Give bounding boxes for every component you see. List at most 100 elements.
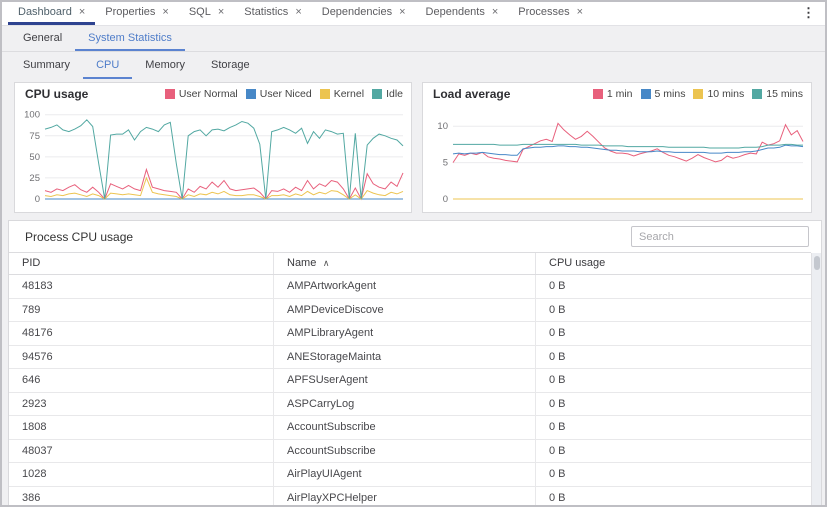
- chart-title: CPU usage: [25, 87, 88, 101]
- legend-label: 5 mins: [655, 88, 686, 100]
- cell-name: AMPLibraryAgent: [274, 322, 536, 345]
- legend-swatch: [641, 89, 651, 99]
- legend-label: Kernel: [334, 88, 364, 100]
- column-header-pid[interactable]: PID: [9, 253, 274, 274]
- legend-item-1-min: 1 min: [593, 88, 633, 100]
- tab-dependents[interactable]: Dependents×: [416, 2, 509, 25]
- tab-label: CPU: [96, 59, 119, 71]
- cpu-usage-chart: 0255075100: [15, 103, 411, 207]
- table-row[interactable]: 1028AirPlayUIAgent0 B: [9, 463, 811, 487]
- cpu-usage-panel-header: CPU usage User NormalUser NicedKernelIdl…: [15, 83, 411, 103]
- table-header-row: PIDName ∧CPU usage: [9, 252, 811, 275]
- tab-storage[interactable]: Storage: [198, 53, 263, 79]
- svg-text:0: 0: [443, 194, 448, 205]
- legend-item-5-mins: 5 mins: [641, 88, 686, 100]
- tab-label: Properties: [105, 6, 155, 18]
- table-row[interactable]: 1808AccountSubscribe0 B: [9, 416, 811, 440]
- chart-title: Load average: [433, 87, 510, 101]
- kebab-menu-icon[interactable]: ⋮: [798, 5, 819, 21]
- cell-name: AirPlayXPCHelper: [274, 487, 536, 507]
- tab-general[interactable]: General: [10, 26, 75, 51]
- legend-label: 15 mins: [766, 88, 803, 100]
- table-body: 48183AMPArtworkAgent0 B789AMPDeviceDisco…: [9, 275, 811, 507]
- table-row[interactable]: 386AirPlayXPCHelper0 B: [9, 487, 811, 507]
- close-icon[interactable]: ×: [399, 7, 405, 18]
- sort-ascending-icon: ∧: [320, 258, 329, 268]
- tab-dependencies[interactable]: Dependencies ×: [312, 2, 416, 25]
- search-input[interactable]: [631, 226, 809, 247]
- tab-label: Memory: [145, 59, 185, 71]
- legend-label: User Normal: [179, 88, 238, 100]
- legend-swatch: [372, 89, 382, 99]
- legend-item-user-normal: User Normal: [165, 88, 238, 100]
- column-header-name[interactable]: Name ∧: [274, 253, 536, 274]
- tab-statistics[interactable]: Statistics×: [234, 2, 311, 25]
- table-row[interactable]: 2923ASPCarryLog0 B: [9, 393, 811, 417]
- legend-item-15-mins: 15 mins: [752, 88, 803, 100]
- cell-pid: 48176: [9, 322, 274, 345]
- cpu-usage-legend: User NormalUser NicedKernelIdle: [165, 88, 403, 100]
- tab-summary[interactable]: Summary: [10, 53, 83, 79]
- cell-pid: 646: [9, 369, 274, 392]
- cell-cpu-usage: 0 B: [536, 440, 811, 463]
- cell-name: ANEStorageMainta: [274, 346, 536, 369]
- table-row[interactable]: 789AMPDeviceDiscove0 B: [9, 299, 811, 323]
- tab-label: System Statistics: [88, 32, 172, 44]
- stats-tab-bar: Summary CPU Memory Storage: [2, 53, 825, 79]
- svg-text:10: 10: [437, 121, 448, 132]
- tab-label: Processes: [518, 6, 569, 18]
- close-icon[interactable]: ×: [577, 7, 583, 18]
- cell-cpu-usage: 0 B: [536, 299, 811, 322]
- tab-label: Summary: [23, 59, 70, 71]
- cell-pid: 2923: [9, 393, 274, 416]
- table-title-row: Process CPU usage: [9, 221, 821, 252]
- tab-dashboard[interactable]: Dashboard×: [8, 2, 95, 25]
- table-row[interactable]: 646APFSUserAgent0 B: [9, 369, 811, 393]
- legend-swatch: [246, 89, 256, 99]
- cell-cpu-usage: 0 B: [536, 346, 811, 369]
- column-header-cpu-usage[interactable]: CPU usage: [536, 253, 811, 274]
- tab-properties[interactable]: Properties ×: [95, 2, 179, 25]
- cell-cpu-usage: 0 B: [536, 322, 811, 345]
- cell-name: AMPDeviceDiscove: [274, 299, 536, 322]
- svg-text:25: 25: [29, 173, 40, 184]
- close-icon[interactable]: ×: [218, 7, 224, 18]
- tab-system-statistics[interactable]: System Statistics: [75, 26, 185, 51]
- close-icon[interactable]: ×: [492, 7, 498, 18]
- close-icon[interactable]: ×: [162, 7, 168, 18]
- cell-name: AccountSubscribe: [274, 440, 536, 463]
- tab-label: Dependencies: [322, 6, 392, 18]
- tab-label: Storage: [211, 59, 250, 71]
- tab-cpu[interactable]: CPU: [83, 53, 132, 79]
- cell-name: AccountSubscribe: [274, 416, 536, 439]
- tab-sql[interactable]: SQL ×: [179, 2, 234, 25]
- tab-processes[interactable]: Processes ×: [508, 2, 593, 25]
- tab-memory[interactable]: Memory: [132, 53, 198, 79]
- load-average-chart: 0510: [423, 103, 811, 207]
- table-row[interactable]: 48037AccountSubscribe0 B: [9, 440, 811, 464]
- table-row[interactable]: 48176AMPLibraryAgent0 B: [9, 322, 811, 346]
- table-row[interactable]: 94576ANEStorageMainta0 B: [9, 346, 811, 370]
- legend-swatch: [593, 89, 603, 99]
- legend-item-idle: Idle: [372, 88, 403, 100]
- dashboard-content: General System Statistics Summary CPU Memor…: [2, 26, 825, 507]
- tab-label: SQL: [189, 6, 211, 18]
- legend-swatch: [752, 89, 762, 99]
- close-icon[interactable]: ×: [79, 7, 85, 18]
- table-scrollbar[interactable]: [811, 253, 821, 507]
- cell-cpu-usage: 0 B: [536, 369, 811, 392]
- main-tab-bar: Dashboard×Properties×SQL×Statistics×Depe…: [2, 2, 825, 26]
- table-row[interactable]: 48183AMPArtworkAgent0 B: [9, 275, 811, 299]
- cell-pid: 386: [9, 487, 274, 507]
- cell-cpu-usage: 0 B: [536, 393, 811, 416]
- svg-text:50: 50: [29, 152, 40, 163]
- cell-pid: 789: [9, 299, 274, 322]
- table-scrollbar-thumb[interactable]: [814, 256, 820, 270]
- legend-item-kernel: Kernel: [320, 88, 364, 100]
- close-icon[interactable]: ×: [295, 7, 301, 18]
- cpu-usage-panel: CPU usage User NormalUser NicedKernelIdl…: [14, 82, 412, 213]
- cell-name: AMPArtworkAgent: [274, 275, 536, 298]
- cell-cpu-usage: 0 B: [536, 463, 811, 486]
- tab-label: General: [23, 32, 62, 44]
- charts-row: CPU usage User NormalUser NicedKernelIdl…: [2, 79, 825, 213]
